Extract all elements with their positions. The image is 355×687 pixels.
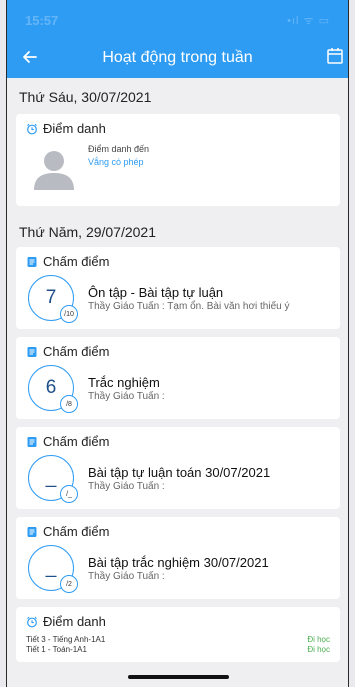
card-title: Điểm danh [43,614,106,629]
status-time: 15:57 [25,12,59,28]
lesson-name: Tiết 3 - Tiếng Anh-1A1 [26,635,106,644]
status-bar: 15:57 •ıl ᯤ ▭ [7,0,348,40]
card-title: Chấm điểm [43,254,110,269]
phone-screen: 15:57 •ıl ᯤ ▭ Hoạt động trong tuần Thứ S… [6,0,349,687]
date-header: Thứ Năm, 29/07/2021 [19,224,157,240]
teacher-comment: Thầy Giáo Tuấn : Tạm ổn. Bài văn hơi thi… [88,300,290,312]
score-card[interactable]: Chấm điểm _ /2 Bài tập trắc nghiệm 30/07… [16,517,340,599]
card-title: Chấm điểm [43,434,110,449]
page-title: Hoạt động trong tuần [102,49,253,66]
avatar [34,151,74,190]
document-icon [27,436,37,447]
score-circle: _ /_ [28,455,78,503]
attendance-status: Đi học [307,645,330,654]
alarm-clock-icon [27,123,37,134]
status-system-icons: •ıl ᯤ ▭ [287,14,330,27]
attendance-row: Tiết 3 - Tiếng Anh-1A1 Đi học [26,635,330,645]
assignment-name: Bài tập tự luận toán 30/07/2021 [88,464,271,480]
teacher-comment: Thầy Giáo Tuấn : [88,390,165,402]
assignment-name: Ôn tập - Bài tập tự luận [88,284,224,300]
card-title: Chấm điểm [43,344,110,359]
alarm-clock-icon [27,616,37,627]
document-icon [27,346,37,357]
attendance-type: Điểm danh đến [88,144,150,154]
home-indicator[interactable] [128,675,229,679]
lesson-name: Tiết 1 - Toán-1A1 [26,645,87,654]
attendance-row: Tiết 1 - Toán-1A1 Đi học [26,645,330,655]
attendance-status: Đi học [307,635,330,644]
attendance-card[interactable]: Điểm danh Tiết 3 - Tiếng Anh-1A1 Đi học … [16,607,340,662]
document-icon [27,526,37,537]
score-circle: 6 /8 [28,365,78,413]
card-title: Chấm điểm [43,524,110,539]
attendance-card[interactable]: Điểm danh Điểm danh đến Vắng có phép [16,114,340,206]
score-card[interactable]: Chấm điểm 6 /8 Trắc nghiệm Thầy Giáo Tuấ… [16,337,340,419]
calendar-icon[interactable] [326,47,344,65]
score-max: /10 [60,305,78,323]
back-arrow-icon[interactable] [19,46,41,68]
attendance-status: Vắng có phép [88,157,144,167]
card-title: Điểm danh [43,121,106,136]
teacher-comment: Thầy Giáo Tuấn : [88,480,165,492]
score-circle: _ /2 [28,545,78,593]
assignment-name: Bài tập trắc nghiệm 30/07/2021 [88,554,269,570]
app-bar: Hoạt động trong tuần [7,38,348,78]
score-circle: 7 /10 [28,275,78,323]
score-max: /_ [60,485,78,503]
assignment-name: Trắc nghiệm [88,374,160,390]
teacher-comment: Thầy Giáo Tuấn : [88,570,165,582]
score-max: /2 [60,575,78,593]
score-card[interactable]: Chấm điểm 7 /10 Ôn tập - Bài tập tự luận… [16,247,340,329]
score-max: /8 [60,395,78,413]
score-card[interactable]: Chấm điểm _ /_ Bài tập tự luận toán 30/0… [16,427,340,509]
document-icon [27,256,37,267]
date-header: Thứ Sáu, 30/07/2021 [19,89,152,105]
